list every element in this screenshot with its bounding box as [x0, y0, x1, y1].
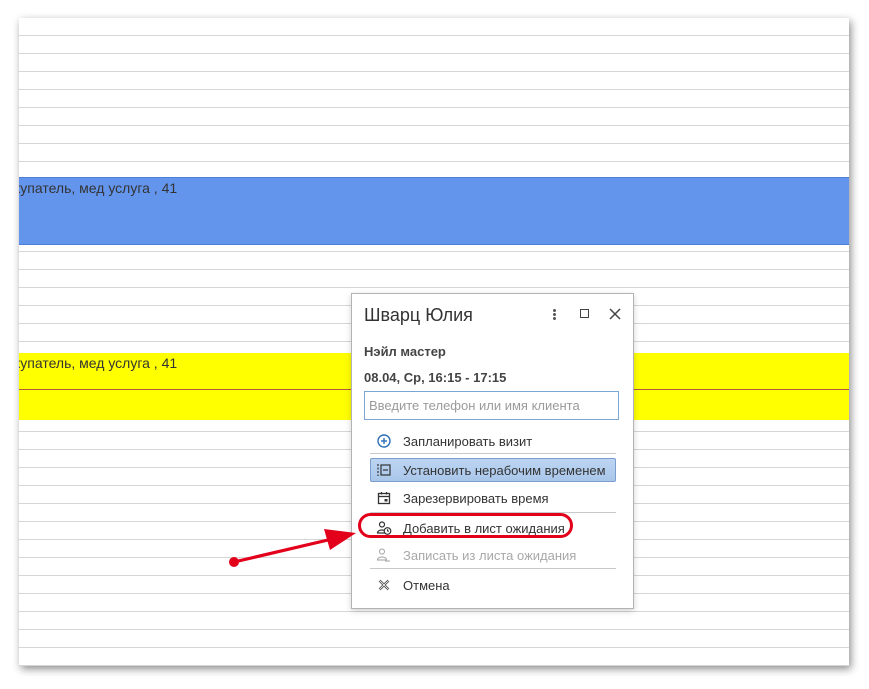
- close-button[interactable]: [607, 305, 623, 323]
- menu-separator: [370, 453, 616, 454]
- maximize-icon: [580, 309, 589, 318]
- non-working-time-icon: [377, 464, 391, 476]
- menu-item-set-non-working[interactable]: Установить нерабочим временем: [370, 458, 616, 482]
- visit-time: 08.04, Ср, 16:15 - 17:15: [364, 370, 507, 385]
- screenshot-stage: купатель, мед услуга , 41 купатель, мед …: [0, 0, 869, 689]
- waitlist-add-icon: [376, 521, 392, 535]
- cancel-icon: [378, 579, 390, 591]
- menu-item-plan-visit[interactable]: Запланировать визит: [370, 429, 616, 453]
- menu-item-label: Записать из листа ожидания: [403, 548, 577, 563]
- master-name: Нэйл мастер: [364, 344, 446, 359]
- menu-item-label: Установить нерабочим временем: [403, 463, 606, 478]
- appointment-block-blue[interactable]: купатель, мед услуга , 41: [19, 177, 849, 245]
- menu-item-label: Отмена: [403, 578, 450, 593]
- menu-item-book-from-waitlist: Записать из листа ожидания: [370, 543, 616, 567]
- menu-separator: [370, 512, 616, 513]
- more-options-button[interactable]: [547, 305, 563, 323]
- menu-item-add-to-waitlist[interactable]: Добавить в лист ожидания: [370, 516, 616, 540]
- appointment-text: купатель, мед услуга , 41: [19, 180, 178, 196]
- kebab-menu-icon: [553, 309, 556, 312]
- appointment-text: купатель, мед услуга , 41: [19, 355, 178, 371]
- menu-item-label: Зарезервировать время: [403, 491, 549, 506]
- menu-item-label: Добавить в лист ожидания: [403, 521, 565, 536]
- popup-title: Шварц Юлия: [364, 305, 473, 325]
- menu-item-cancel[interactable]: Отмена: [370, 573, 616, 597]
- slot-context-popup: Шварц Юлия Нэйл мастер 08.04, Ср, 16:15 …: [351, 293, 634, 609]
- close-icon: [609, 308, 621, 320]
- menu-separator: [370, 568, 616, 569]
- plus-circle-icon: [377, 434, 391, 448]
- calendar-icon: [377, 492, 391, 505]
- waitlist-book-icon: [376, 548, 390, 562]
- client-search-input[interactable]: [364, 391, 619, 420]
- menu-item-reserve-time[interactable]: Зарезервировать время: [370, 486, 616, 510]
- maximize-button[interactable]: [577, 305, 593, 323]
- menu-item-label: Запланировать визит: [403, 434, 533, 449]
